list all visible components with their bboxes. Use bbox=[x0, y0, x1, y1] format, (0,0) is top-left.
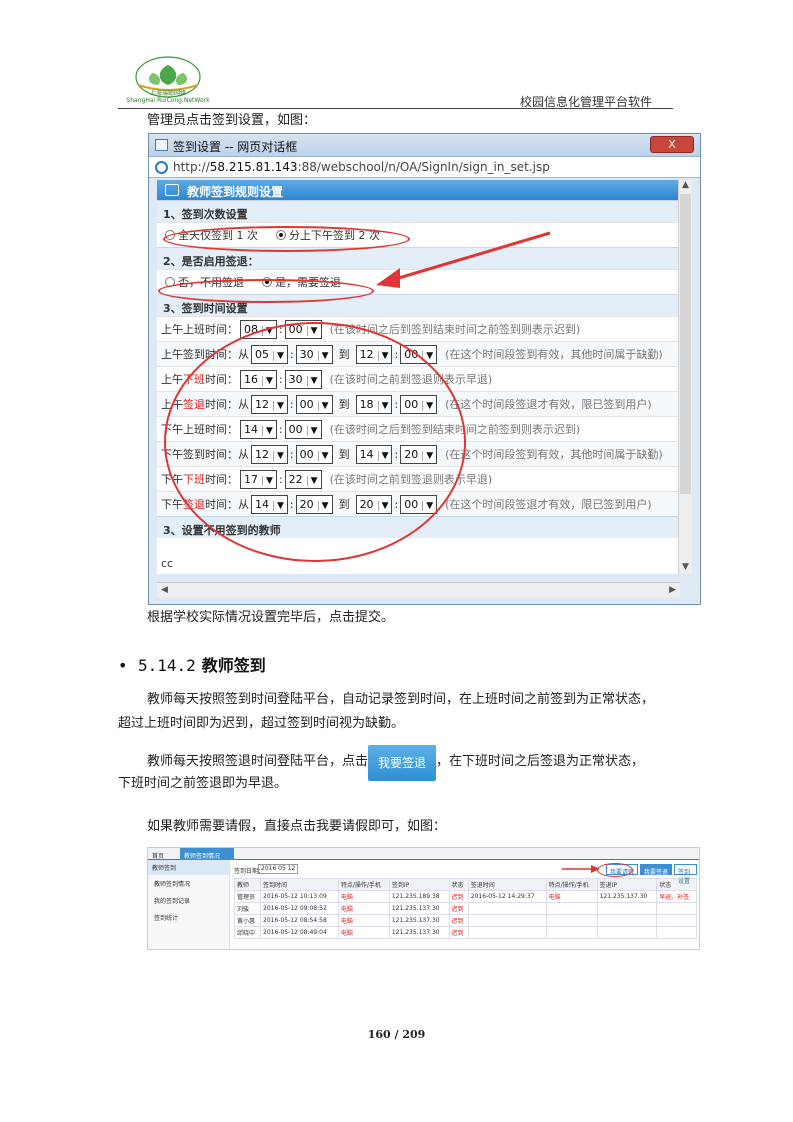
panel-header: 教师签到规则设置 bbox=[157, 180, 680, 200]
table-cell: 121.235.137.30 bbox=[388, 902, 450, 915]
scroll-right-icon[interactable]: ▶ bbox=[669, 585, 676, 595]
highlight-time-settings bbox=[164, 322, 466, 562]
table-cell: 121.235.137.30 bbox=[388, 926, 450, 939]
url-text: http://58.215.81.143:88/webschool/n/OA/S… bbox=[173, 160, 550, 174]
table-cell: 电脑 bbox=[337, 926, 390, 939]
table-cell: 121.235.189.38 bbox=[388, 890, 450, 903]
column-header: 状态 bbox=[448, 878, 469, 891]
section-sign-count: 1、签到次数设置 bbox=[157, 200, 680, 222]
table-cell bbox=[656, 902, 697, 915]
annotation-arrow-icon bbox=[376, 231, 551, 288]
column-header: 签到时间 bbox=[260, 878, 339, 891]
scroll-left-icon[interactable]: ◀ bbox=[161, 585, 168, 595]
table-row: 邱晓中 2016-05-12 08:49:04 电脑 121.235.137.30 迟到 bbox=[233, 926, 697, 939]
close-button[interactable]: X bbox=[650, 136, 694, 153]
table-cell: 2016-05-12 14:29:37 bbox=[467, 890, 547, 903]
logo-text: 上海瑞聪网络 ShangHai RuiCong.NetWork bbox=[126, 90, 210, 104]
table-cell bbox=[467, 914, 547, 927]
table-cell: 迟到 bbox=[448, 902, 469, 915]
table-header-row: 教师 签到时间 特点/操作/手机 签到IP 状态 签退时间 特点/操作/手机 签退IP 状态 bbox=[233, 878, 697, 891]
small-arrow-icon bbox=[562, 865, 600, 873]
table-cell: 电脑 bbox=[545, 890, 598, 903]
table-cell: 迟到 bbox=[448, 914, 469, 927]
column-header: 签退时间 bbox=[467, 878, 547, 891]
table-cell: 早退、补签 bbox=[656, 890, 697, 903]
table-cell: 迟到 bbox=[448, 890, 469, 903]
time-row: 上午上班时间： 08 ▼:00 ▼ (在该时间之后到签到结束时间之前签到则表示迟到) bbox=[157, 316, 680, 341]
tab-sign-in-status[interactable]: 教师签到情况 bbox=[180, 848, 234, 860]
table-cell: 刘骏 bbox=[233, 902, 262, 915]
table-cell: 迟到 bbox=[448, 926, 469, 939]
table-cell bbox=[596, 926, 658, 939]
section-heading: • 5.14.2 教师签到 bbox=[118, 656, 266, 675]
sign-in-table: 教师 签到时间 特点/操作/手机 签到IP 状态 签退时间 特点/操作/手机 签退IP 状态 管理… bbox=[233, 878, 697, 939]
vertical-scrollbar[interactable]: ▲ ▼ bbox=[678, 180, 692, 574]
table-row: 黄小惠 2016-05-12 08:54:58 电脑 121.235.137.30 迟到 bbox=[233, 914, 697, 927]
tab-home[interactable]: 首页 bbox=[152, 851, 164, 860]
window-icon bbox=[155, 139, 168, 151]
table-cell: 2016-05-12 08:49:04 bbox=[260, 926, 339, 939]
sidebar-item-records[interactable]: 我的签到记录 bbox=[148, 892, 229, 909]
column-header: 签退IP bbox=[596, 878, 658, 891]
scroll-down-icon[interactable]: ▼ bbox=[679, 562, 692, 572]
table-cell bbox=[656, 914, 697, 927]
table-cell bbox=[545, 914, 598, 927]
table-cell: 黄小惠 bbox=[233, 914, 262, 927]
table-cell: 电脑 bbox=[337, 902, 390, 915]
table-cell: 邱晓中 bbox=[233, 926, 262, 939]
column-header: 签到IP bbox=[388, 878, 450, 891]
paragraph-sign-out-2: 下班时间之前签退即为早退。 bbox=[118, 776, 288, 791]
table-row: 刘骏 2016-05-12 09:08:52 电脑 121.235.137.30 迟到 bbox=[233, 902, 697, 915]
page-number: 160 / 209 bbox=[367, 1028, 426, 1041]
table-cell: 电脑 bbox=[337, 914, 390, 927]
address-bar: http://58.215.81.143:88/webschool/n/OA/S… bbox=[149, 156, 700, 178]
highlight-sign-out bbox=[158, 279, 374, 303]
column-header: 状态 bbox=[656, 878, 697, 891]
column-header: 教师 bbox=[233, 878, 262, 891]
sign-out-button[interactable]: 我要签退 bbox=[368, 745, 437, 781]
column-header: 特点/操作/手机 bbox=[545, 878, 598, 891]
table-cell bbox=[467, 926, 547, 939]
chat-icon bbox=[165, 184, 179, 196]
table-cell bbox=[596, 914, 658, 927]
settings-button[interactable]: 签到设置 bbox=[674, 864, 697, 885]
ie-icon bbox=[155, 161, 168, 174]
after-dialog-text: 根据学校实际情况设置完毕后，点击提交。 bbox=[147, 610, 395, 625]
table-cell: 2016-05-12 08:54:58 bbox=[260, 914, 339, 927]
paragraph-sign-in-2: 超过上班时间即为迟到，超过签到时间视为缺勤。 bbox=[118, 716, 405, 731]
table-cell: 2016-05-12 09:08:52 bbox=[260, 902, 339, 915]
main-area: 签到日期： 2016 05 12 我要请假 我要签退 签到设置 教师 签到时间 特点… bbox=[233, 862, 697, 949]
sidebar-header: 教师签到 bbox=[148, 860, 229, 875]
table-cell bbox=[467, 902, 547, 915]
table-cell: 121.235.137.30 bbox=[596, 890, 658, 903]
table-cell: 121.235.137.30 bbox=[388, 914, 450, 927]
table-cell bbox=[545, 926, 598, 939]
header-rule bbox=[118, 108, 673, 109]
paragraph-leave: 如果教师需要请假，直接点击我要请假即可，如图： bbox=[147, 819, 447, 834]
scroll-thumb[interactable] bbox=[680, 194, 691, 494]
intro-text: 管理员点击签到设置，如图： bbox=[147, 113, 317, 128]
sidebar: 教师签到 教师签到情况 我的签到记录 签到统计 bbox=[148, 860, 230, 949]
table-cell: 管理员 bbox=[233, 890, 262, 903]
sidebar-item-stats[interactable]: 签到统计 bbox=[148, 909, 229, 926]
signout-button[interactable]: 我要签退 bbox=[640, 864, 673, 876]
table-cell bbox=[596, 902, 658, 915]
dialog-title: 签到设置 -- 网页对话框 bbox=[173, 140, 298, 154]
table-row: 管理员 2016-05-12 10:13:09 电脑 121.235.189.38 迟到… bbox=[233, 890, 697, 903]
date-input[interactable]: 2016 05 12 bbox=[258, 864, 298, 874]
paragraph-sign-in-1: 教师每天按照签到时间登陆平台，自动记录签到时间，在上班时间之前签到为正常状态， bbox=[147, 692, 655, 707]
horizontal-scrollbar[interactable]: ◀ ▶ bbox=[157, 582, 680, 598]
table-cell: 电脑 bbox=[337, 890, 390, 903]
table-cell bbox=[545, 902, 598, 915]
highlight-leave-button bbox=[597, 863, 633, 877]
sidebar-item-status[interactable]: 教师签到情况 bbox=[148, 875, 229, 892]
column-header: 特点/操作/手机 bbox=[337, 878, 390, 891]
scroll-up-icon[interactable]: ▲ bbox=[679, 180, 692, 190]
dialog-titlebar: 签到设置 -- 网页对话框 X bbox=[149, 134, 700, 156]
table-cell bbox=[656, 926, 697, 939]
table-cell: 2016-05-12 10:13:09 bbox=[260, 890, 339, 903]
tab-bar: 首页 教师签到情况 bbox=[148, 848, 699, 860]
